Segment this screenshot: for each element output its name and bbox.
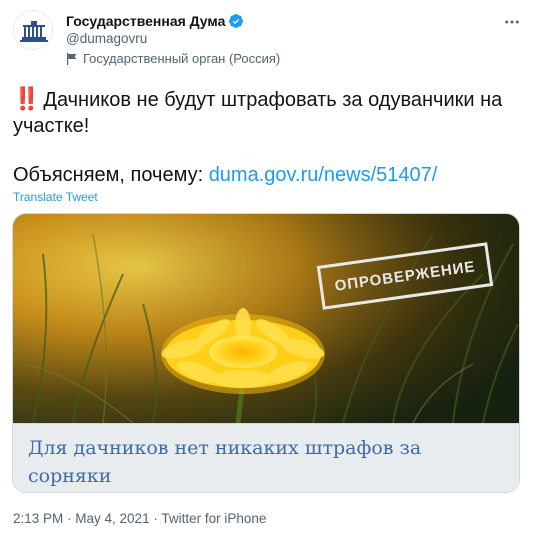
tweet-source[interactable]: Twitter for iPhone — [161, 511, 266, 526]
more-icon — [505, 20, 519, 24]
author-name-row: Государственная Дума — [66, 12, 244, 30]
meta-separator-2: · — [149, 511, 162, 526]
account-label: Государственный орган (Россия) — [66, 51, 280, 66]
link-card[interactable]: ОПРОВЕРЖЕНИЕ Для дачников нет никаких шт… — [12, 213, 520, 493]
duma-building-icon — [14, 11, 52, 49]
meta-separator-1: · — [63, 511, 76, 526]
author-display-name[interactable]: Государственная Дума — [66, 13, 225, 29]
flag-icon — [67, 52, 77, 65]
avatar[interactable] — [13, 10, 53, 50]
tweet: Государственная Дума @dumagovru Государс… — [0, 0, 542, 540]
tweet-link[interactable]: duma.gov.ru/news/51407/ — [209, 164, 438, 186]
tweet-text-prefix: Объясняем, почему: — [13, 164, 209, 186]
double-exclamation-icon: ‼️ — [13, 86, 40, 111]
tweet-meta: 2:13 PM · May 4, 2021 · Twitter for iPho… — [13, 511, 266, 526]
tweet-text-line2: Объясняем, почему: duma.gov.ru/news/5140… — [13, 162, 437, 188]
card-caption: Для дачников нет никаких штрафов за сорн… — [13, 423, 519, 492]
stamp-text: ОПРОВЕРЖЕНИЕ — [333, 257, 477, 295]
author-handle[interactable]: @dumagovru — [66, 31, 147, 46]
tweet-time[interactable]: 2:13 PM — [13, 511, 63, 526]
translate-tweet-link[interactable]: Translate Tweet — [13, 190, 98, 204]
tweet-text: ‼️ Дачников не будут штрафовать за одуван… — [13, 86, 529, 139]
dandelion-photo — [13, 214, 519, 423]
verified-badge-icon — [229, 14, 244, 28]
tweet-date[interactable]: May 4, 2021 — [75, 511, 149, 526]
tweet-text-line1: Дачников не будут штрафовать за одуванчи… — [13, 89, 503, 137]
card-headline[interactable]: Для дачников нет никаких штрафов за сорн… — [28, 434, 508, 490]
more-options-button[interactable] — [500, 10, 524, 34]
account-label-text: Государственный орган (Россия) — [83, 51, 281, 66]
